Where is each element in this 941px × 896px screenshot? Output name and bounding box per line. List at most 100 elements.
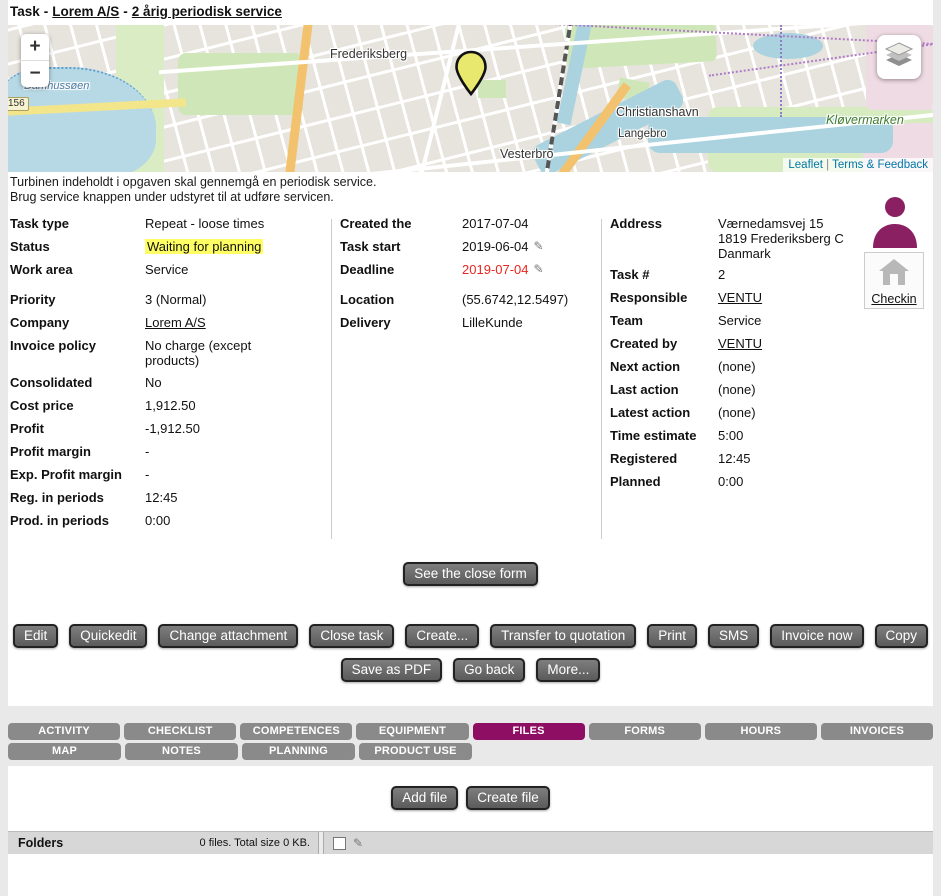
breadcrumb-task-label: Task	[10, 4, 40, 19]
action-buttons-row1: Edit Quickedit Change attachment Close t…	[8, 624, 933, 648]
field-next-action: Next action (none)	[610, 359, 862, 382]
add-file-button[interactable]: Add file	[391, 786, 458, 810]
field-task-number: Task # 2	[610, 267, 862, 290]
tab-competences[interactable]: COMPETENCES	[240, 723, 352, 740]
select-all-checkbox[interactable]	[333, 837, 346, 850]
field-deadline: Deadline 2019-07-04 ✎	[340, 262, 598, 285]
change-attachment-button[interactable]: Change attachment	[158, 624, 298, 648]
close-form-row: See the close form	[8, 562, 933, 586]
responsible-user-link[interactable]: VENTU	[718, 290, 762, 305]
field-task-start: Task start 2019-06-04 ✎	[340, 239, 598, 262]
checkin-label: Checkin	[867, 292, 921, 306]
task-location-marker[interactable]	[453, 50, 489, 101]
see-close-form-button[interactable]: See the close form	[403, 562, 538, 586]
field-delivery: Delivery LilleKunde	[340, 315, 598, 338]
field-profit: Profit -1,912.50	[10, 421, 332, 444]
field-profit-margin: Profit margin -	[10, 444, 332, 467]
map-layers-button[interactable]	[877, 35, 921, 79]
tab-row-2: MAP NOTES PLANNING PRODUCT USE	[8, 743, 933, 760]
field-team: Team Service	[610, 313, 862, 336]
map[interactable]: Frederiksberg Christianshavn Vesterbro L…	[8, 25, 933, 172]
tab-notes[interactable]: NOTES	[125, 743, 238, 760]
attribution-separator: |	[826, 159, 829, 171]
print-button[interactable]: Print	[647, 624, 697, 648]
files-summary: 0 files. Total size 0 KB.	[200, 837, 310, 849]
status-badge: Waiting for planning	[145, 239, 263, 254]
tab-planning[interactable]: PLANNING	[242, 743, 355, 760]
created-by-user-link[interactable]: VENTU	[718, 336, 762, 351]
files-panel: Add file Create file Folders 0 files. To…	[8, 766, 933, 896]
checkin-button[interactable]: Checkin	[864, 252, 924, 309]
copy-button[interactable]: Copy	[875, 624, 929, 648]
folders-header: Folders 0 files. Total size 0 KB. ✎	[8, 831, 933, 854]
map-label-klovermarken: Kløvermarken	[826, 113, 904, 127]
tab-equipment[interactable]: EQUIPMENT	[356, 723, 468, 740]
field-time-estimate: Time estimate 5:00	[610, 428, 862, 451]
tab-files[interactable]: FILES	[473, 723, 585, 740]
invoice-now-button[interactable]: Invoice now	[770, 624, 863, 648]
close-task-button[interactable]: Close task	[309, 624, 394, 648]
tab-checklist[interactable]: CHECKLIST	[124, 723, 236, 740]
details-column-right: Address Værnedamsvej 15 1819 Frederiksbe…	[610, 216, 862, 497]
sms-button[interactable]: SMS	[708, 624, 759, 648]
tab-forms[interactable]: FORMS	[589, 723, 701, 740]
section-tabs: ACTIVITY CHECKLIST COMPETENCES EQUIPMENT…	[8, 723, 933, 760]
zoom-out-button[interactable]: −	[21, 60, 49, 87]
action-buttons-row2: Save as PDF Go back More...	[8, 658, 933, 682]
quickedit-button[interactable]: Quickedit	[69, 624, 147, 648]
map-road-number-badge: 156	[8, 97, 29, 111]
map-attribution: Leaflet | Terms & Feedback	[783, 158, 933, 172]
field-address: Address Værnedamsvej 15 1819 Frederiksbe…	[610, 216, 862, 267]
map-zoom-control: + −	[21, 34, 49, 87]
field-status: Status Waiting for planning	[10, 239, 332, 262]
terms-feedback-link[interactable]: Terms & Feedback	[832, 159, 928, 171]
field-created-the: Created the 2017-07-04	[340, 216, 598, 239]
field-registered: Registered 12:45	[610, 451, 862, 474]
edit-button[interactable]: Edit	[13, 624, 58, 648]
file-actions: Add file Create file	[8, 766, 933, 810]
folders-header-left: Folders 0 files. Total size 0 KB.	[8, 832, 318, 854]
page: Task-Lorem A/S-2 årig periodisk service	[8, 0, 933, 896]
map-label-christianshavn: Christianshavn	[616, 105, 699, 119]
field-responsible: Responsible VENTU	[610, 290, 862, 313]
zoom-in-button[interactable]: +	[21, 34, 49, 60]
save-as-pdf-button[interactable]: Save as PDF	[341, 658, 443, 682]
field-cost-price: Cost price 1,912.50	[10, 398, 332, 421]
transfer-to-quotation-button[interactable]: Transfer to quotation	[490, 624, 636, 648]
breadcrumb-separator: -	[123, 4, 128, 19]
edit-pencil-icon[interactable]: ✎	[534, 262, 544, 276]
home-icon	[877, 274, 911, 291]
tab-product-use[interactable]: PRODUCT USE	[359, 743, 472, 760]
field-reg-in-periods: Reg. in periods 12:45	[10, 490, 332, 513]
edit-pencil-icon[interactable]: ✎	[353, 836, 363, 850]
folders-label: Folders	[18, 836, 63, 850]
map-transit-route	[780, 25, 782, 117]
field-location: Location (55.6742,12.5497)	[340, 292, 598, 315]
map-label-frederiksberg: Frederiksberg	[330, 47, 407, 61]
tab-map[interactable]: MAP	[8, 743, 121, 760]
breadcrumb-separator: -	[44, 4, 49, 19]
field-priority: Priority 3 (Normal)	[10, 292, 332, 315]
tab-invoices[interactable]: INVOICES	[821, 723, 933, 740]
field-company: Company Lorem A/S	[10, 315, 332, 338]
tab-hours[interactable]: HOURS	[705, 723, 817, 740]
breadcrumb-task-title-link[interactable]: 2 årig periodisk service	[132, 4, 282, 19]
tab-activity[interactable]: ACTIVITY	[8, 723, 120, 740]
create-file-button[interactable]: Create file	[466, 786, 550, 810]
field-invoice-policy: Invoice policy No charge (except product…	[10, 338, 332, 368]
edit-pencil-icon[interactable]: ✎	[534, 239, 544, 253]
field-prod-in-periods: Prod. in periods 0:00	[10, 513, 332, 536]
description-line: Turbinen indeholdt i opgaven skal gennem…	[10, 175, 376, 190]
responsible-avatar	[870, 196, 920, 253]
leaflet-link[interactable]: Leaflet	[788, 159, 823, 171]
details-column-left: Task type Repeat - loose times Status Wa…	[10, 216, 332, 536]
breadcrumb: Task-Lorem A/S-2 årig periodisk service	[10, 4, 282, 19]
map-label-langebro: Langebro	[618, 128, 667, 140]
create-button[interactable]: Create...	[405, 624, 479, 648]
details-column-middle: Created the 2017-07-04 Task start 2019-0…	[340, 216, 598, 338]
more-button[interactable]: More...	[536, 658, 600, 682]
map-label-vesterbro: Vesterbro	[500, 147, 554, 161]
company-link[interactable]: Lorem A/S	[145, 315, 206, 330]
go-back-button[interactable]: Go back	[453, 658, 525, 682]
breadcrumb-company-link[interactable]: Lorem A/S	[52, 4, 119, 19]
